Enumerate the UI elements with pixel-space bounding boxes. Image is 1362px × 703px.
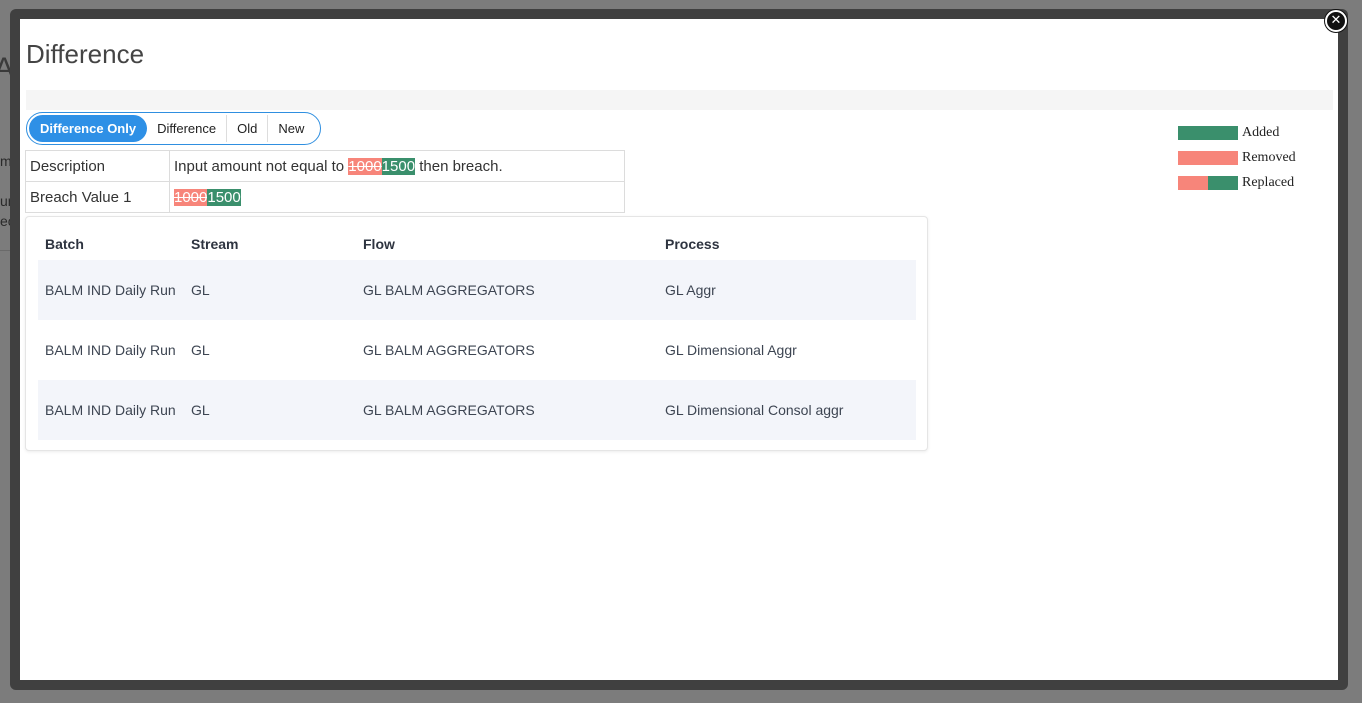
diff-value: Input amount not equal to 10001500 then … xyxy=(169,150,625,182)
added-text: 1500 xyxy=(207,188,241,206)
column-header-batch: Batch xyxy=(45,235,84,252)
unchanged-text: Input amount not equal to xyxy=(174,157,349,175)
close-icon[interactable]: ✕ xyxy=(1325,10,1347,32)
removed-text: 1000 xyxy=(174,188,208,206)
column-header-stream: Stream xyxy=(191,235,239,252)
diff-row-breach-value: Breach Value 1 10001500 xyxy=(25,181,625,213)
legend-item-replaced: Replaced xyxy=(1178,170,1296,195)
batch-cell: BALM IND Daily Run xyxy=(38,260,184,320)
diff-label: Breach Value 1 xyxy=(25,181,170,213)
batch-table-header: Batch Stream Flow Process xyxy=(38,227,916,260)
table-row: BALM IND Daily Run GL GL BALM AGGREGATOR… xyxy=(38,260,916,320)
diff-value: 10001500 xyxy=(169,181,625,213)
modal-title: Difference xyxy=(26,39,145,69)
unchanged-text: then breach. xyxy=(415,157,503,175)
legend-label: Removed xyxy=(1242,149,1296,165)
difference-modal: Difference Difference Only Difference Ol… xyxy=(20,19,1338,680)
toggle-old[interactable]: Old xyxy=(227,115,269,142)
diff-table: Description Input amount not equal to 10… xyxy=(25,150,625,213)
toolbar-strip xyxy=(26,90,1333,110)
added-swatch xyxy=(1178,125,1238,140)
legend-item-added: Added xyxy=(1178,120,1296,145)
stream-cell: GL xyxy=(184,260,356,320)
toggle-difference-only[interactable]: Difference Only xyxy=(29,115,148,142)
process-cell: GL Dimensional Consol aggr xyxy=(658,380,916,440)
flow-cell: GL BALM AGGREGATORS xyxy=(363,342,535,358)
toggle-difference[interactable]: Difference xyxy=(147,115,228,142)
stream-cell: GL xyxy=(191,342,210,358)
diff-legend: Added Removed Replaced xyxy=(1178,120,1296,195)
removed-text: 1000 xyxy=(348,157,382,175)
removed-swatch xyxy=(1178,150,1238,165)
column-header-process: Process xyxy=(665,235,720,252)
view-mode-toggle: Difference Only Difference Old New xyxy=(26,112,322,145)
column-header-flow: Flow xyxy=(363,235,395,252)
legend-label: Replaced xyxy=(1242,174,1295,190)
legend-item-removed: Removed xyxy=(1178,145,1296,170)
table-row: BALM IND Daily Run GL GL BALM AGGREGATOR… xyxy=(38,320,916,380)
diff-row-description: Description Input amount not equal to 10… xyxy=(25,150,625,182)
added-text: 1500 xyxy=(381,157,416,175)
batch-card: Batch Stream Flow Process BALM IND Daily… xyxy=(25,216,928,451)
batch-table: Batch Stream Flow Process BALM IND Daily… xyxy=(38,227,916,440)
flow-cell: GL BALM AGGREGATORS xyxy=(356,380,658,440)
stream-cell: GL xyxy=(184,380,356,440)
flow-cell: GL BALM AGGREGATORS xyxy=(356,260,658,320)
process-cell: GL Dimensional Aggr xyxy=(665,342,797,358)
table-row: BALM IND Daily Run GL GL BALM AGGREGATOR… xyxy=(38,380,916,440)
toggle-new[interactable]: New xyxy=(268,115,318,142)
process-cell: GL Aggr xyxy=(658,260,916,320)
diff-label: Description xyxy=(25,150,170,182)
batch-cell: BALM IND Daily Run xyxy=(45,342,176,358)
replaced-swatch xyxy=(1178,175,1238,190)
legend-label: Added xyxy=(1242,124,1280,140)
batch-cell: BALM IND Daily Run xyxy=(38,380,184,440)
